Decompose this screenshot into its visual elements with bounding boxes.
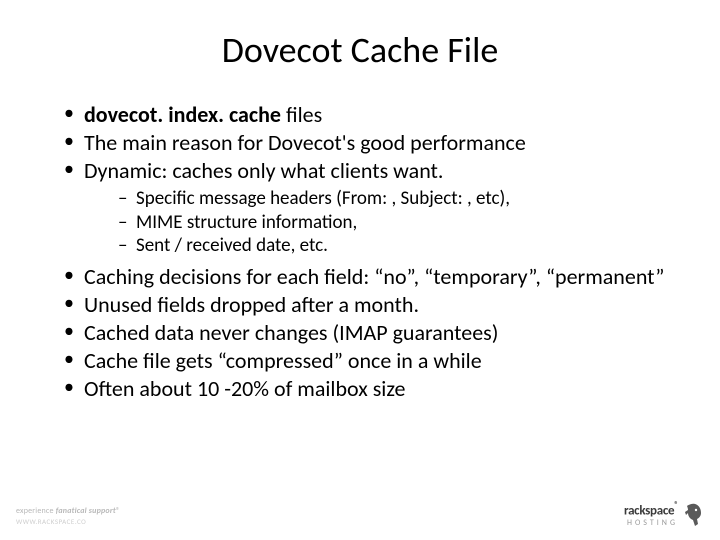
brand-subtext: HOSTING bbox=[624, 519, 678, 527]
bullet-item: Dynamic: caches only what clients want. … bbox=[64, 158, 680, 258]
tagline-prefix: experience bbox=[16, 506, 56, 516]
brand-name: rackspace® bbox=[624, 503, 678, 517]
tagline-reg: ® bbox=[116, 506, 120, 516]
footer-left: experience fanatical support® WWW.RACKSP… bbox=[16, 506, 120, 526]
bullet-item: dovecot. index. cache files bbox=[64, 102, 680, 128]
bullet-item: Cache file gets “compressed” once in a w… bbox=[64, 348, 680, 374]
sub-bullet-item: Sent / received date, etc. bbox=[118, 235, 680, 258]
slide-title: Dovecot Cache File bbox=[40, 28, 680, 72]
bullet-item: The main reason for Dovecot's good perfo… bbox=[64, 130, 680, 156]
sub-bullet-list: Specific message headers (From: , Subjec… bbox=[84, 188, 680, 258]
bullet-bold: dovecot. index. cache bbox=[84, 101, 281, 128]
footer-tagline: experience fanatical support® bbox=[16, 506, 120, 516]
brand-name-text: rackspace bbox=[624, 504, 674, 519]
sub-bullet-item: MIME structure information, bbox=[118, 212, 680, 235]
slide: Dovecot Cache File dovecot. index. cache… bbox=[0, 0, 720, 540]
brand-reg: ® bbox=[674, 500, 678, 510]
bullet-item: Often about 10 -20% of mailbox size bbox=[64, 376, 680, 402]
brand-text: rackspace® HOSTING bbox=[624, 503, 678, 526]
rackspace-logo-icon bbox=[684, 502, 704, 528]
bullet-text: files bbox=[281, 101, 322, 128]
footer-right: rackspace® HOSTING bbox=[624, 502, 704, 528]
footer-url: WWW.RACKSPACE.CO bbox=[16, 517, 120, 526]
sub-bullet-item: Specific message headers (From: , Subjec… bbox=[118, 188, 680, 211]
tagline-emph: fanatical support bbox=[56, 506, 116, 516]
bullet-item: Cached data never changes (IMAP guarante… bbox=[64, 320, 680, 346]
bullet-item: Caching decisions for each field: “no”, … bbox=[64, 264, 680, 290]
bullet-item: Unused fields dropped after a month. bbox=[64, 292, 680, 318]
bullet-text: Dynamic: caches only what clients want. bbox=[84, 157, 443, 184]
bullet-list: dovecot. index. cache files The main rea… bbox=[40, 102, 680, 402]
